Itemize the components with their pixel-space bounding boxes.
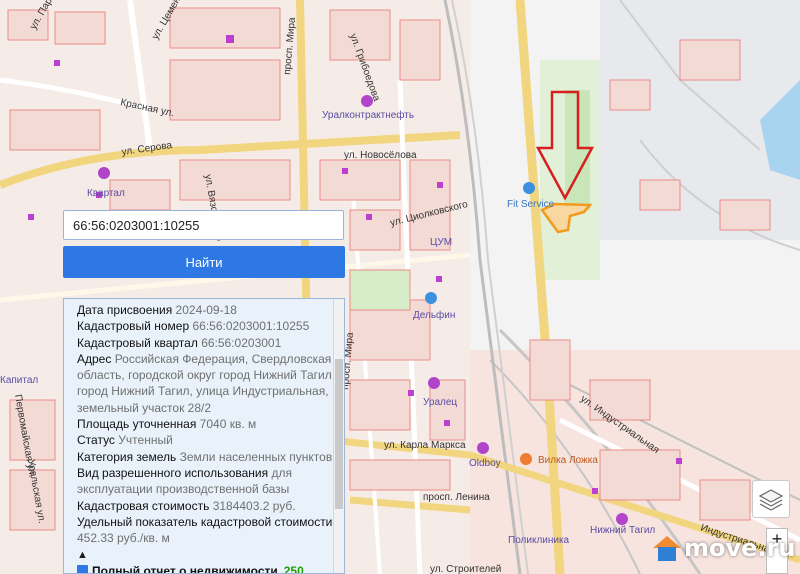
poi-label: Уралконтрактнефть	[322, 109, 414, 121]
layers-button[interactable]	[752, 480, 790, 518]
cadastral-search-input[interactable]	[63, 210, 344, 240]
plot-info-content[interactable]: Дата присвоения 2024-09-18 Кадастровый н…	[67, 302, 344, 573]
info-row-date: Дата присвоения 2024-09-18	[77, 303, 237, 317]
mall-icon	[428, 377, 440, 389]
pool-icon	[425, 292, 437, 304]
station-icon	[616, 513, 628, 525]
house-logo-icon	[653, 536, 681, 561]
find-button[interactable]: Найти	[63, 246, 345, 278]
poi-label: ЦУМ	[430, 237, 452, 248]
poi-label: Уралец	[423, 397, 457, 408]
poi-label: Вилка Ложка	[538, 455, 598, 466]
info-row-quarter: Кадастровый квартал 66:56:0203001	[77, 335, 282, 350]
street-label: ул. Новосёлова	[344, 150, 417, 161]
street-label: ул. Строителей	[430, 564, 501, 574]
info-row-cadastral-number: Кадастровый номер 66:56:0203001:10255	[77, 319, 310, 334]
report-checkbox[interactable]	[77, 565, 88, 573]
poi-label: Нижний Тагил	[590, 525, 655, 536]
layers-icon	[758, 489, 784, 511]
full-report-option[interactable]: Полный отчет о недвижимости 250	[77, 564, 304, 574]
info-row-cadastral-value: Кадастровая стоимость 3184403.2 руб.	[77, 498, 296, 513]
poi-label: Капитал	[0, 375, 38, 386]
poi-label: Дельфин	[413, 309, 455, 321]
collapse-toggle-icon[interactable]: ▲	[77, 546, 344, 564]
shop-icon	[477, 442, 489, 454]
panel-scrollbar[interactable]	[333, 299, 344, 573]
info-row-address: Адрес Российская Федерация, Свердловская…	[77, 351, 336, 415]
report-price: 250	[283, 564, 304, 574]
street-label: просп. Ленина	[423, 492, 490, 503]
car-service-icon	[523, 182, 535, 194]
poi-label: Поликлиника	[508, 535, 570, 546]
poi-label: Fit Service	[507, 199, 555, 210]
poi-label: Oldboy	[469, 458, 501, 469]
plot-info-panel: Дата присвоения 2024-09-18 Кадастровый н…	[63, 298, 345, 574]
street-label: ул. Карла Маркса	[384, 440, 466, 451]
info-row-status: Статус Учтенный	[77, 433, 173, 448]
info-row-area: Площадь уточненная 7040 кв. м	[77, 417, 257, 432]
info-row-unit-value: Удельный показатель кадастровой стоимост…	[77, 514, 333, 546]
bank-icon	[98, 167, 110, 179]
info-row-permitted-use: Вид разрешенного использования для экспл…	[77, 465, 292, 497]
poi-label: Квартал	[87, 188, 125, 199]
info-row-land-category: Категория земель Земли населенных пункто…	[77, 449, 333, 464]
move-ru-logo: move.ru	[650, 528, 795, 568]
restaurant-icon	[520, 453, 532, 465]
scrollbar-thumb[interactable]	[335, 359, 343, 509]
